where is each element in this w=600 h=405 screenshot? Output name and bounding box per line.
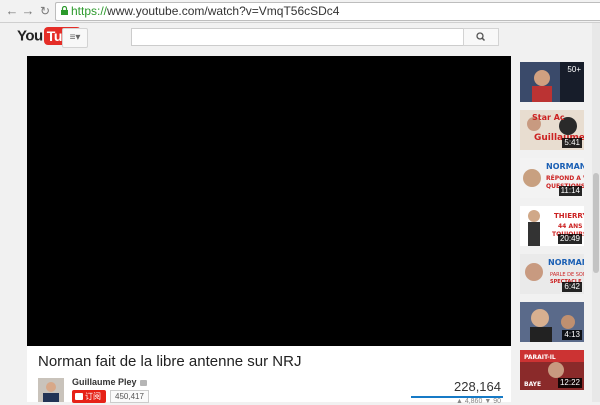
svg-text:THIERRY: THIERRY: [554, 212, 584, 220]
related-video-item[interactable]: Guillaume Star Ac 5:41: [520, 110, 600, 150]
verified-icon: [139, 379, 147, 386]
address-bar[interactable]: https://www.youtube.com/watch?v=VmqT56cS…: [55, 2, 600, 21]
browser-toolbar: ← → ↻ https://www.youtube.com/watch?v=Vm…: [0, 0, 600, 23]
subscribe-button[interactable]: 订阅: [72, 390, 106, 403]
video-title: Norman fait de la libre antenne sur NRJ: [38, 353, 302, 370]
forward-arrow-icon[interactable]: →: [20, 3, 36, 19]
channel-name[interactable]: Guillaume Pley: [72, 377, 147, 387]
video-thumbnail[interactable]: THIERRY44 ANSTOUJOURS 20:49: [520, 206, 584, 246]
channel-name-text: Guillaume Pley: [72, 377, 137, 387]
reload-icon[interactable]: ↻: [37, 3, 53, 19]
svg-text:PARAIT-IL: PARAIT-IL: [524, 354, 556, 361]
video-thumbnail[interactable]: NORMANPARLE DE SONSPECTACLE 6:42: [520, 254, 584, 294]
related-video-item[interactable]: THIERRY44 ANSTOUJOURS 20:49: [520, 206, 600, 246]
video-duration: 20:49: [557, 234, 582, 244]
video-duration: 11:14: [558, 186, 582, 196]
page-scrollbar[interactable]: [592, 23, 600, 402]
back-arrow-icon[interactable]: ←: [4, 3, 20, 19]
scrollbar-thumb[interactable]: [593, 173, 599, 273]
view-count: 228,164: [454, 379, 501, 394]
video-thumbnail[interactable]: NORMANRÉPOND A VOSQUESTIONS 11:14: [520, 158, 584, 198]
subscribe-label: 订阅: [85, 392, 101, 401]
related-video-item[interactable]: PARAIT-IL BAYE 12:22: [520, 350, 600, 390]
svg-text:NORMAN: NORMAN: [548, 258, 584, 267]
guide-menu-button[interactable]: ≡▾: [62, 28, 88, 48]
video-thumbnail[interactable]: Guillaume Star Ac 5:41: [520, 110, 584, 150]
video-info-card: Norman fait de la libre antenne sur NRJ …: [27, 346, 511, 405]
related-video-item[interactable]: NORMANRÉPOND A VOSQUESTIONS 11:14: [520, 158, 600, 198]
video-duration: 4:13: [562, 330, 582, 340]
video-duration: 12:22: [557, 378, 582, 388]
video-player[interactable]: [27, 56, 511, 346]
lock-icon: [61, 6, 68, 15]
youtube-header: YouTube ≡▾: [0, 23, 600, 53]
video-duration: 6:42: [562, 282, 582, 292]
video-thumbnail[interactable]: 50+: [520, 62, 584, 102]
svg-text:Star Ac: Star Ac: [532, 113, 565, 122]
channel-avatar[interactable]: [38, 378, 64, 402]
video-thumbnail[interactable]: 4:13: [520, 302, 584, 342]
svg-text:44 ANS: 44 ANS: [558, 223, 582, 230]
svg-text:PARLE DE SON: PARLE DE SON: [550, 272, 584, 278]
svg-text:RÉPOND A VOS: RÉPOND A VOS: [546, 174, 584, 182]
url-rest: www.youtube.com/watch?v=VmqT56cSDc4: [107, 4, 340, 18]
url-scheme: https://: [71, 4, 108, 18]
video-thumbnail[interactable]: PARAIT-IL BAYE 12:22: [520, 350, 584, 390]
search-input[interactable]: [131, 28, 464, 46]
search-icon: [476, 32, 486, 42]
playlist-count-badge: 50+: [567, 65, 581, 74]
subscriber-count: 450,417: [110, 390, 149, 403]
url-text: https://www.youtube.com/watch?v=VmqT56cS…: [71, 4, 339, 19]
youtube-play-icon: [75, 393, 83, 400]
svg-text:NORMAN: NORMAN: [546, 162, 584, 171]
svg-text:BAYE: BAYE: [524, 381, 541, 388]
logo-you: You: [17, 27, 43, 45]
search-button[interactable]: [463, 28, 499, 46]
related-video-item[interactable]: 50+: [520, 62, 600, 102]
related-video-item[interactable]: NORMANPARLE DE SONSPECTACLE 6:42: [520, 254, 600, 294]
related-video-item[interactable]: 4:13: [520, 302, 600, 342]
video-duration: 5:41: [562, 138, 582, 148]
